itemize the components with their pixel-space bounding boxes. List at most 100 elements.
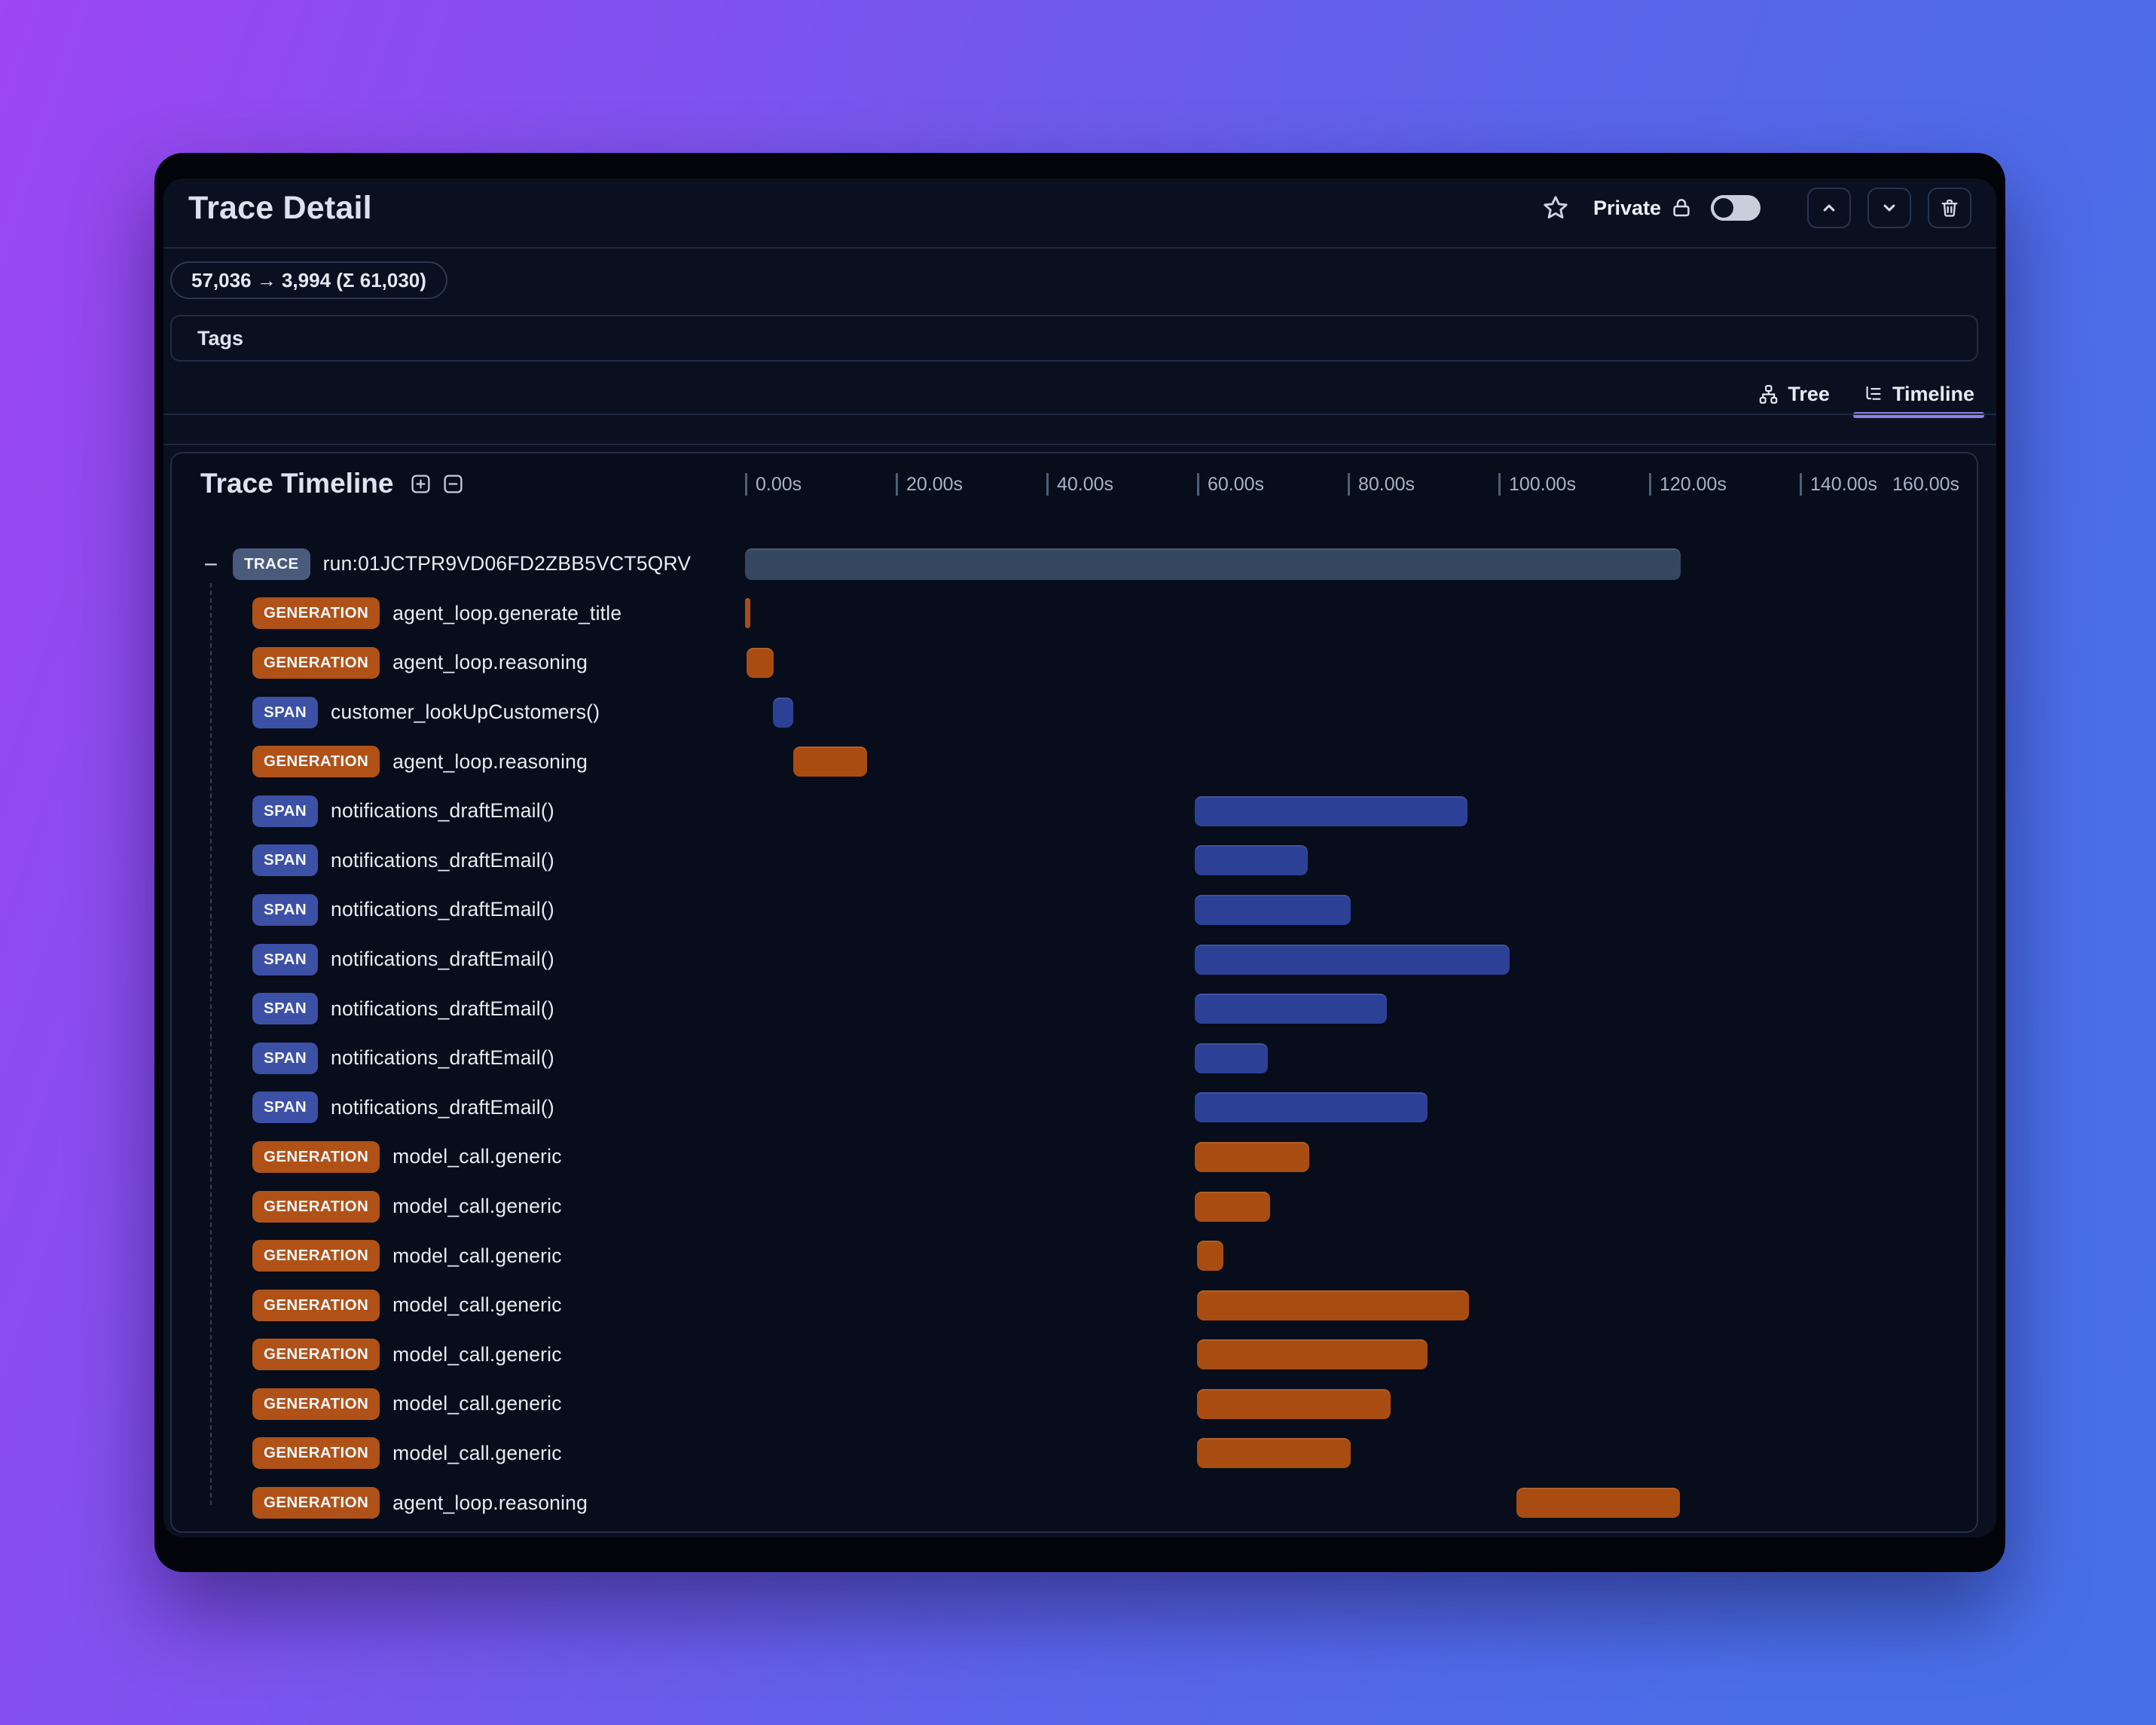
- duration-bar[interactable]: [1195, 1092, 1428, 1123]
- duration-bar[interactable]: [1197, 1438, 1351, 1469]
- delete-button[interactable]: [1928, 188, 1971, 228]
- observation-name: notifications_draftEmail(): [331, 1046, 554, 1070]
- observation-name: model_call.generic: [392, 1244, 562, 1267]
- row-label: GENERATION agent_loop.generate_title: [172, 589, 621, 639]
- observation-type-badge: GENERATION: [252, 1487, 380, 1519]
- duration-bar[interactable]: [1516, 1488, 1680, 1519]
- timeline-row[interactable]: GENERATION agent_loop.reasoning: [172, 1478, 1977, 1528]
- duration-bar[interactable]: [1195, 944, 1510, 975]
- timeline-row[interactable]: SPAN notifications_draftEmail(): [172, 836, 1977, 886]
- collapse-all-button[interactable]: [442, 473, 464, 495]
- row-track: [745, 539, 1950, 589]
- row-label: GENERATION model_call.generic: [172, 1379, 562, 1429]
- collapse-toggle-icon[interactable]: −: [200, 552, 221, 576]
- row-label: GENERATION agent_loop.reasoning: [172, 1478, 588, 1528]
- duration-bar[interactable]: [1195, 994, 1387, 1024]
- duration-bar[interactable]: [745, 598, 750, 629]
- duration-bar[interactable]: [1195, 1043, 1268, 1073]
- observation-type-badge: SPAN: [252, 696, 319, 728]
- observation-name: notifications_draftEmail(): [331, 997, 554, 1020]
- timeline-row[interactable]: SPAN notifications_draftEmail(): [172, 786, 1977, 836]
- timeline-row[interactable]: SPAN notifications_draftEmail(): [172, 935, 1977, 985]
- duration-bar[interactable]: [1197, 1339, 1428, 1370]
- duration-bar[interactable]: [1197, 1241, 1223, 1272]
- timeline-row[interactable]: GENERATION agent_loop.reasoning: [172, 737, 1977, 786]
- timeline-row[interactable]: GENERATION model_call.generic: [172, 1429, 1977, 1479]
- tags-input[interactable]: Tags: [170, 315, 1978, 362]
- observation-type-badge: GENERATION: [252, 597, 380, 630]
- observation-name: agent_loop.reasoning: [392, 651, 588, 674]
- row-label: SPAN notifications_draftEmail(): [172, 786, 554, 836]
- duration-bar[interactable]: [1195, 845, 1308, 876]
- duration-bar[interactable]: [747, 647, 774, 678]
- timeline-row[interactable]: SPAN customer_lookUpCustomers(): [172, 688, 1977, 737]
- timeline-row[interactable]: SPAN notifications_draftEmail(): [172, 1033, 1977, 1083]
- trace-timeline-title: Trace Timeline: [200, 468, 394, 499]
- duration-bar[interactable]: [1197, 1290, 1469, 1320]
- axis-tick: [1348, 473, 1350, 496]
- duration-bar[interactable]: [1195, 894, 1351, 925]
- row-track: [745, 737, 1950, 786]
- observation-type-badge: SPAN: [252, 1042, 319, 1074]
- observation-type-badge: GENERATION: [252, 1339, 380, 1371]
- duration-bar[interactable]: [1195, 795, 1467, 826]
- collapse-up-button[interactable]: [1807, 188, 1851, 228]
- row-label: GENERATION model_call.generic: [172, 1429, 562, 1479]
- row-label: SPAN notifications_draftEmail(): [172, 1083, 554, 1133]
- row-label: SPAN customer_lookUpCustomers(): [172, 688, 600, 737]
- row-label: SPAN notifications_draftEmail(): [172, 935, 554, 985]
- duration-bar[interactable]: [1195, 1191, 1270, 1222]
- row-track: [745, 1330, 1950, 1380]
- axis-tick-label: 0.00s: [756, 474, 802, 495]
- timeline-row[interactable]: GENERATION model_call.generic: [172, 1231, 1977, 1281]
- tab-timeline[interactable]: Timeline: [1852, 373, 1985, 418]
- observation-type-badge: SPAN: [252, 893, 319, 926]
- section-divider: [163, 444, 1996, 445]
- timeline-row[interactable]: − TRACE run:01JCTPR9VD06FD2ZBB5VCT5QRV: [172, 539, 1977, 589]
- observation-type-badge: GENERATION: [252, 646, 380, 679]
- timeline-row[interactable]: GENERATION model_call.generic: [172, 1379, 1977, 1429]
- expand-all-button[interactable]: [410, 473, 432, 495]
- observation-name: model_call.generic: [392, 1392, 562, 1415]
- list-tree-icon: [1863, 384, 1883, 405]
- duration-bar[interactable]: [773, 697, 793, 728]
- row-label: SPAN notifications_draftEmail(): [172, 836, 554, 886]
- privacy-toggle[interactable]: [1711, 195, 1761, 221]
- timeline-row[interactable]: GENERATION model_call.generic: [172, 1182, 1977, 1232]
- axis-tick: [1046, 473, 1049, 496]
- timeline-row[interactable]: GENERATION agent_loop.reasoning: [172, 638, 1977, 688]
- view-tabs: Tree Timeline: [1748, 373, 1985, 418]
- observation-name: notifications_draftEmail(): [331, 948, 554, 971]
- duration-bar[interactable]: [745, 548, 1681, 580]
- privacy-label: Private: [1593, 196, 1661, 219]
- token-usage-badge: 57,036 → 3,994 (Σ 61,030): [170, 261, 447, 299]
- star-icon[interactable]: [1542, 194, 1569, 221]
- row-track: [745, 1033, 1950, 1083]
- duration-bar[interactable]: [793, 746, 867, 777]
- timeline-row[interactable]: GENERATION agent_loop.generate_title: [172, 589, 1977, 639]
- tab-tree[interactable]: Tree: [1748, 373, 1840, 415]
- timeline-row[interactable]: SPAN notifications_draftEmail(): [172, 984, 1977, 1033]
- observation-name: model_call.generic: [392, 1441, 562, 1464]
- row-track: [745, 1132, 1950, 1182]
- observation-type-badge: TRACE: [233, 548, 310, 580]
- row-track: [745, 1182, 1950, 1232]
- timeline-row[interactable]: GENERATION model_call.generic: [172, 1330, 1977, 1380]
- timeline-row[interactable]: GENERATION model_call.generic: [172, 1281, 1977, 1330]
- observation-name: notifications_draftEmail(): [331, 1095, 554, 1119]
- duration-bar[interactable]: [1195, 1141, 1309, 1172]
- row-label: GENERATION model_call.generic: [172, 1231, 562, 1281]
- duration-bar[interactable]: [1197, 1388, 1391, 1419]
- expand-down-button[interactable]: [1867, 188, 1911, 228]
- row-track: [745, 1281, 1950, 1330]
- observation-name: notifications_draftEmail(): [331, 799, 554, 823]
- timeline-row[interactable]: GENERATION model_call.generic: [172, 1132, 1977, 1182]
- timeline-row[interactable]: SPAN notifications_draftEmail(): [172, 1083, 1977, 1133]
- observation-type-badge: SPAN: [252, 993, 319, 1025]
- lock-icon: [1670, 197, 1693, 219]
- axis-tick-label: 80.00s: [1358, 474, 1415, 495]
- row-label: SPAN notifications_draftEmail(): [172, 1033, 554, 1083]
- observation-type-badge: SPAN: [252, 844, 319, 877]
- observation-type-badge: GENERATION: [252, 1388, 380, 1420]
- timeline-row[interactable]: SPAN notifications_draftEmail(): [172, 885, 1977, 935]
